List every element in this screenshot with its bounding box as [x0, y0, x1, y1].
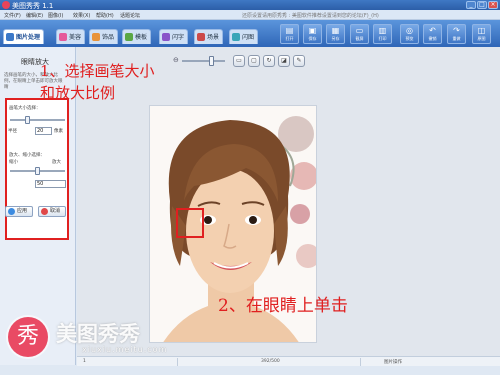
brush-size-input[interactable]: 20 — [35, 127, 52, 135]
fit-window-icon[interactable]: ▭ — [233, 55, 245, 67]
undo-button[interactable]: ↶ 撤销 — [423, 24, 442, 44]
maximize-button[interactable]: □ — [477, 1, 487, 9]
actual-size-icon[interactable]: ▢ — [248, 55, 260, 67]
beauty-icon — [59, 33, 67, 41]
tab-beauty[interactable]: 美容 — [56, 29, 86, 44]
apply-button[interactable]: 应用 — [5, 206, 33, 217]
redo-button[interactable]: ↷ 重做 — [447, 24, 466, 44]
screenshot-button[interactable]: ▭ 截屏 — [350, 24, 369, 44]
enlarge-label: 放大 — [52, 160, 61, 165]
print-button[interactable]: ▥ 打印 — [373, 24, 392, 44]
status-size: 392/500 — [261, 359, 280, 364]
tab-flash-text[interactable]: 闪字 — [159, 29, 189, 44]
brush-size-slider[interactable] — [25, 116, 30, 124]
save-as-icon: ▦ — [331, 26, 340, 35]
status-mode: 图片操作 — [384, 360, 402, 365]
save-button[interactable]: ▣ 保存 — [303, 24, 322, 44]
logo-url: xiuxiu.meitu.com — [82, 345, 168, 354]
menu-image[interactable]: 图像(I) — [48, 12, 63, 19]
open-icon: ▤ — [285, 26, 294, 35]
zoom-icon: ⊖ — [173, 56, 179, 64]
original-icon: ◫ — [477, 26, 486, 35]
template-icon — [125, 33, 133, 41]
brush-size-track[interactable] — [10, 119, 65, 121]
settings-highlight-box: 画笔大小选择： 半径 20 像素 放大、缩小选择： 缩小 放大 50 — [5, 98, 69, 240]
title-bar: 美图秀秀 1.1 _ □ × — [0, 0, 500, 10]
original-image-button[interactable]: ◫ 原图 — [472, 24, 491, 44]
close-button[interactable]: × — [488, 1, 498, 9]
cancel-icon — [41, 208, 48, 215]
eye-selection-box — [176, 208, 204, 238]
radius-label: 半径 — [8, 129, 17, 134]
zoom-slider[interactable] — [208, 56, 214, 66]
accessory-icon — [92, 33, 100, 41]
tab-scene[interactable]: 场景 — [194, 29, 224, 44]
picture-icon — [6, 33, 14, 41]
menu-forum[interactable]: 话题论坛 — [120, 12, 140, 19]
menu-help[interactable]: 帮助(H) — [96, 12, 114, 19]
shrink-label: 缩小 — [9, 160, 18, 165]
annotation-step2: 2、在眼睛上单击 — [218, 296, 348, 316]
meitu-logo: 秀 美图秀秀 xiuxiu.meitu.com — [4, 312, 184, 368]
main-toolbar: 图片处理 美容 饰品 模板 闪字 场景 闪图 ▤ 打开 ▣ 保存 ▦ 另存 ▭ … — [0, 20, 500, 47]
minimize-button[interactable]: _ — [466, 1, 476, 9]
annotation-step1-line1: 1、选择画笔大小 — [40, 62, 155, 80]
preview-icon: ◎ — [406, 26, 413, 35]
preview-button[interactable]: ◎ 预览 — [400, 24, 419, 44]
print-icon: ▥ — [378, 26, 387, 35]
apply-icon — [8, 208, 15, 215]
menu-edit[interactable]: 编辑(E) — [26, 12, 43, 19]
save-icon: ▣ — [308, 26, 317, 35]
zoom-track[interactable] — [182, 60, 225, 62]
logo-name: 美图秀秀 — [56, 322, 140, 346]
menu-effects[interactable]: 效果(X) — [73, 12, 90, 19]
brush-icon[interactable]: ✎ — [293, 55, 305, 67]
tab-image-processing[interactable]: 图片处理 — [3, 29, 45, 44]
menu-file[interactable]: 文件(F) — [4, 12, 21, 19]
canvas-toolbar: ⊖ ▭ ▢ ↻ ◪ ✎ — [173, 54, 323, 68]
logo-mark: 秀 — [8, 317, 48, 357]
menu-notice: 还原设置请用原秀秀 : 美图软件推荐设置请到您的论坛(F)_(H) — [242, 13, 379, 19]
brush-size-label: 画笔大小选择： — [9, 106, 41, 111]
flash-image-icon — [232, 33, 240, 41]
tab-template[interactable]: 模板 — [122, 29, 152, 44]
undo-icon: ↶ — [429, 26, 436, 35]
flip-icon[interactable]: ◪ — [278, 55, 290, 67]
open-button[interactable]: ▤ 打开 — [280, 24, 299, 44]
tab-accessory[interactable]: 饰品 — [89, 29, 119, 44]
scene-icon — [197, 33, 205, 41]
app-logo-icon — [2, 1, 10, 9]
cancel-button[interactable]: 取消 — [38, 206, 66, 217]
tab-flash-image[interactable]: 闪图 — [229, 29, 259, 44]
flash-text-icon — [162, 33, 170, 41]
status-divider — [360, 358, 361, 366]
zoom-ratio-input[interactable]: 50 — [35, 180, 66, 188]
rotate-icon[interactable]: ↻ — [263, 55, 275, 67]
menu-bar: 文件(F) 编辑(E) 图像(I) 效果(X) 帮助(H) 话题论坛 还原设置请… — [0, 10, 500, 20]
annotation-step1-line2: 和放大比例 — [40, 84, 116, 102]
redo-icon: ↷ — [453, 26, 460, 35]
save-as-button[interactable]: ▦ 另存 — [326, 24, 345, 44]
zoom-ratio-label: 放大、缩小选择： — [9, 153, 45, 158]
zoom-ratio-slider[interactable] — [35, 167, 40, 175]
brush-unit-label: 像素 — [54, 129, 63, 134]
screenshot-icon: ▭ — [355, 26, 364, 35]
